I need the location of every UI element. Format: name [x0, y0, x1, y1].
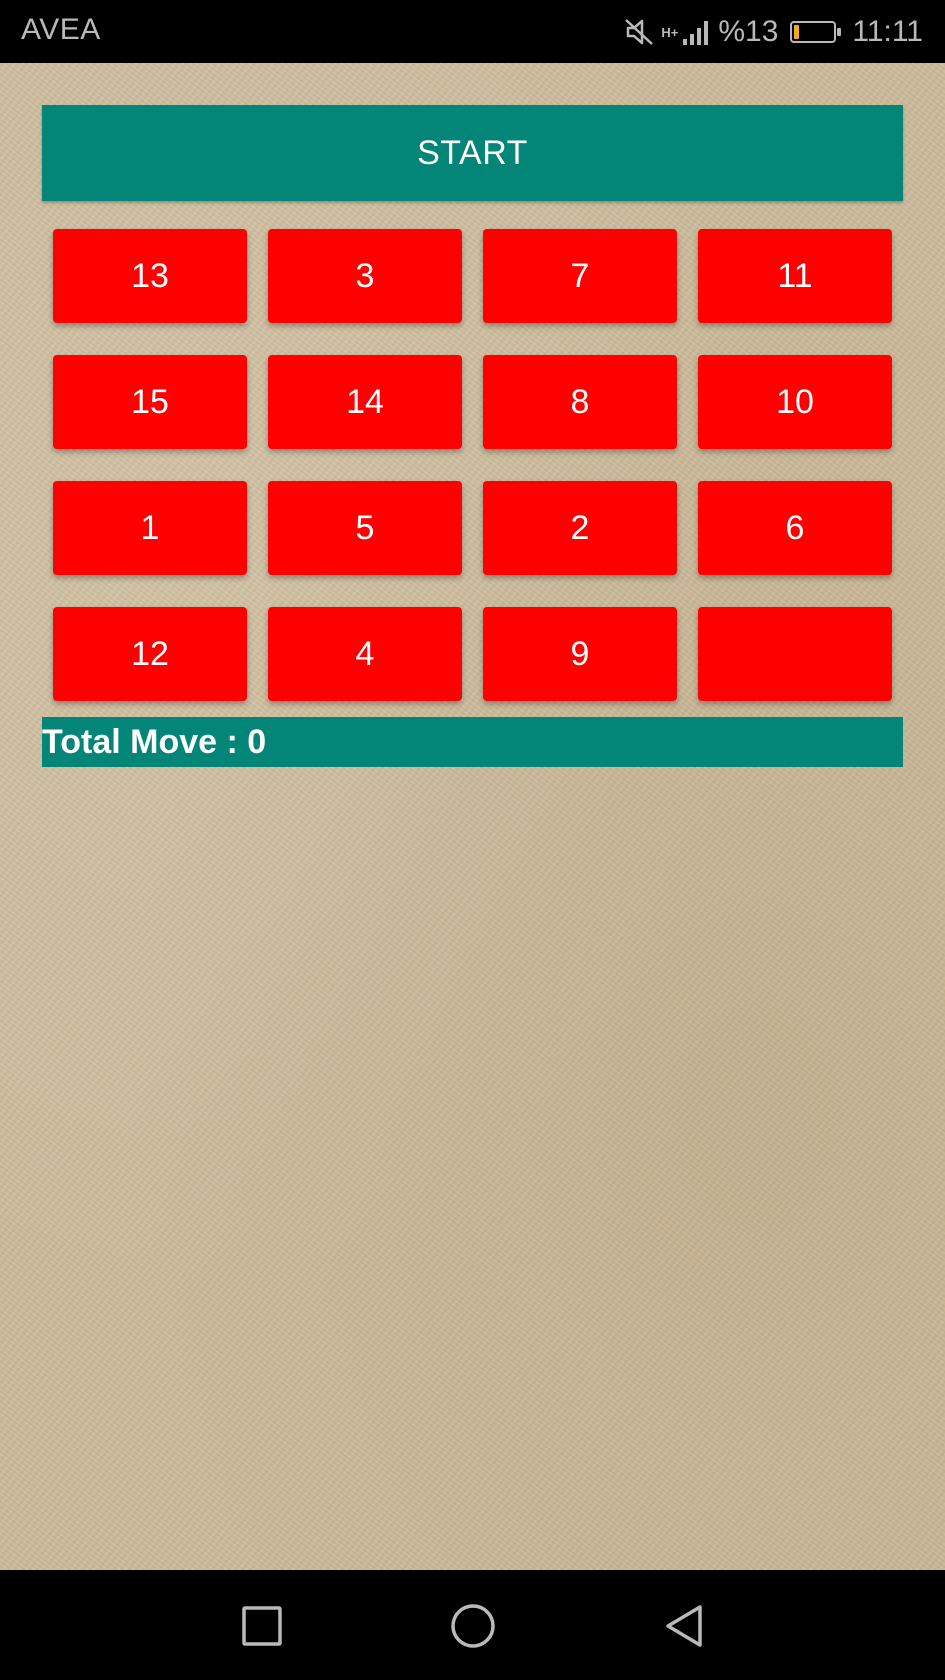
carrier-name: AVEA: [21, 13, 101, 46]
clock: 11:11: [852, 15, 923, 48]
puzzle-tile[interactable]: 3: [268, 229, 462, 323]
mute-icon: [623, 17, 655, 47]
app-content: START 13 3 7 11 15 14 8 10 1 5 2 6 12 4 …: [0, 63, 945, 1570]
puzzle-tile[interactable]: 2: [483, 481, 677, 575]
navigation-bar: [0, 1570, 945, 1680]
puzzle-tile[interactable]: 11: [698, 229, 892, 323]
puzzle-tile[interactable]: 9: [483, 607, 677, 701]
status-icons: H+ %13 11:11: [623, 10, 923, 54]
puzzle-tile[interactable]: 7: [483, 229, 677, 323]
network-type: H+: [661, 24, 679, 40]
puzzle-tile[interactable]: 1: [53, 481, 247, 575]
battery-percent: %13: [718, 15, 779, 48]
start-button[interactable]: START: [42, 105, 903, 201]
status-bar: AVEA H+ %13 11:11: [0, 0, 945, 63]
puzzle-tile[interactable]: 10: [698, 355, 892, 449]
signal-icon: [682, 18, 712, 46]
recents-square-icon[interactable]: [234, 1598, 290, 1654]
puzzle-tile[interactable]: 15: [53, 355, 247, 449]
puzzle-tile[interactable]: 5: [268, 481, 462, 575]
back-triangle-icon[interactable]: [656, 1598, 712, 1654]
puzzle-tile[interactable]: 8: [483, 355, 677, 449]
battery-icon: [790, 21, 842, 43]
puzzle-tile[interactable]: 6: [698, 481, 892, 575]
puzzle-tile[interactable]: 12: [53, 607, 247, 701]
home-circle-icon[interactable]: [445, 1598, 501, 1654]
puzzle-tile[interactable]: 4: [268, 607, 462, 701]
puzzle-tile-empty[interactable]: [698, 607, 892, 701]
battery-level-fill: [794, 25, 800, 39]
total-move-counter: Total Move : 0: [42, 717, 903, 767]
puzzle-tile[interactable]: 13: [53, 229, 247, 323]
puzzle-tile[interactable]: 14: [268, 355, 462, 449]
puzzle-grid: 13 3 7 11 15 14 8 10 1 5 2 6 12 4 9: [53, 229, 893, 701]
